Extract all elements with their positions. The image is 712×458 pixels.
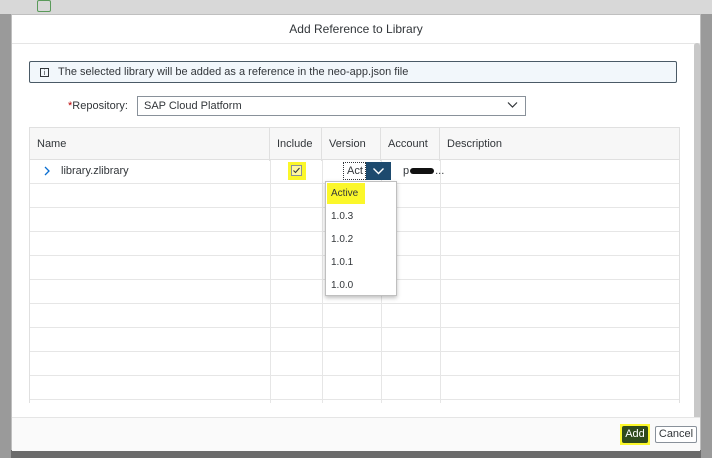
background-toolbar (0, 0, 712, 14)
column-header-name[interactable]: Name (30, 128, 270, 161)
table-row (30, 376, 679, 400)
chevron-down-icon[interactable] (507, 99, 518, 110)
table-row (30, 328, 679, 352)
chevron-down-icon (373, 168, 384, 175)
version-option[interactable]: 1.0.2 (326, 228, 398, 251)
cancel-button[interactable]: Cancel (655, 426, 697, 443)
dialog-scrollbar[interactable] (694, 43, 700, 423)
library-name: library.zlibrary (61, 165, 129, 177)
version-option[interactable]: 1.0.0 (326, 274, 398, 297)
column-header-include[interactable]: Include (270, 128, 322, 161)
repository-select-value: SAP Cloud Platform (144, 100, 242, 112)
dialog-title: Add Reference to Library (12, 15, 700, 44)
column-header-description[interactable]: Description (440, 128, 679, 161)
include-checkbox[interactable] (291, 165, 302, 176)
checkmark-icon (293, 167, 300, 174)
version-dropdown-button[interactable] (366, 162, 391, 180)
repository-label-text: Repository: (72, 100, 128, 112)
background-left-panel (0, 14, 11, 458)
account-value: p... (403, 165, 444, 177)
info-icon: i (40, 67, 49, 77)
add-button[interactable]: Add (622, 426, 648, 443)
version-select[interactable]: Act (343, 162, 391, 180)
include-checkbox-highlight (288, 162, 306, 180)
version-option[interactable]: 1.0.1 (326, 251, 398, 274)
table-row (30, 352, 679, 376)
column-header-version[interactable]: Version (322, 128, 381, 161)
version-dropdown-list: Active 1.0.3 1.0.2 1.0.1 1.0.0 (325, 181, 397, 296)
version-option[interactable]: 1.0.3 (326, 205, 398, 228)
info-message-strip: i The selected library will be added as … (29, 61, 677, 83)
table-row (30, 304, 679, 328)
background-toolbar-icon (37, 0, 51, 12)
background-right-panel (701, 14, 712, 458)
scrollbar-thumb[interactable] (694, 43, 700, 423)
redacted-account (410, 168, 435, 175)
repository-select[interactable]: SAP Cloud Platform (137, 96, 526, 116)
version-option-active[interactable]: Active (327, 183, 365, 204)
account-prefix: p (403, 165, 410, 177)
repository-label: *Repository: (68, 100, 128, 112)
column-header-account[interactable]: Account (381, 128, 440, 161)
account-ellipsis: ... (435, 165, 445, 177)
dialog-footer: Add Cancel (12, 417, 700, 451)
info-message-text: The selected library will be added as a … (58, 66, 409, 78)
chevron-right-icon[interactable] (42, 165, 52, 177)
table-header: Name Include Version Account Description (30, 127, 679, 161)
version-select-value[interactable]: Act (343, 162, 366, 180)
add-button-highlight: Add (620, 424, 650, 445)
